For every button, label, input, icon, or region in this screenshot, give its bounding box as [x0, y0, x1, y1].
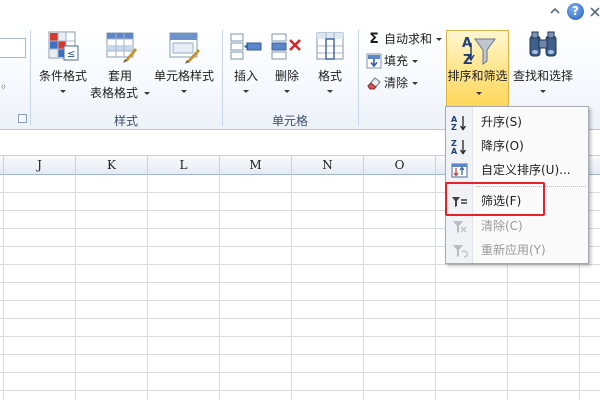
conditional-format-label: 条件格式 [38, 69, 87, 83]
svg-text:A: A [451, 147, 458, 155]
chevron-down-icon [60, 90, 66, 93]
conditional-format-icon: ≤ [48, 31, 79, 61]
insert-cells-label: 插入 [233, 69, 258, 83]
table-format-label-1: 套用 [107, 69, 132, 83]
font-size-box[interactable] [0, 38, 26, 58]
table-format-button[interactable]: 套用 表格格式 [90, 30, 150, 110]
group-separator [358, 30, 359, 126]
dialog-launcher-icon[interactable] [18, 114, 27, 123]
styles-group-label: 样式 [113, 114, 138, 128]
help-icon[interactable]: ? [567, 3, 584, 20]
chevron-down-icon [284, 90, 290, 93]
delete-cells-icon [271, 33, 301, 60]
column-header-k[interactable]: K [76, 156, 148, 175]
reapply-label: 重新应用(Y) [481, 243, 546, 257]
chevron-down-icon [476, 92, 482, 95]
sort-ascending-icon: A Z [451, 115, 467, 131]
sort-descending-icon: Z A [451, 139, 467, 155]
cell-styles-button[interactable]: 单元格样式 [150, 30, 218, 110]
column-header-m[interactable]: M [220, 156, 292, 175]
chevron-down-icon [436, 38, 442, 41]
sort-filter-label: 排序和筛选 [447, 69, 508, 83]
table-format-icon [106, 32, 137, 63]
sigma-icon: Σ [369, 31, 379, 47]
chevron-down-icon [412, 82, 418, 85]
clear-label: 清除 [384, 76, 409, 90]
insert-cells-button[interactable]: 插入 [226, 30, 266, 110]
format-cells-button[interactable]: 格式 [308, 30, 352, 110]
title-bar: ? [0, 0, 600, 26]
clear-filter-icon [453, 221, 467, 233]
binoculars-icon [529, 31, 557, 57]
column-header-l[interactable]: L [148, 156, 220, 175]
custom-sort-icon [451, 163, 468, 178]
autosum-button[interactable]: Σ 自动求和 [363, 29, 445, 49]
chevron-down-icon [181, 90, 187, 93]
fill-down-icon [366, 53, 382, 69]
menu-item-custom-sort[interactable]: 自定义排序(U)... [446, 158, 588, 182]
menu-item-clear-filter: 清除(C) [446, 214, 588, 238]
cells-group-label: 单元格 [271, 114, 308, 128]
chevron-down-icon [540, 90, 546, 93]
sort-ascending-label: 升序(S) [481, 115, 522, 129]
svg-text:Z: Z [451, 123, 457, 131]
reapply-filter-icon [453, 245, 468, 258]
sort-filter-icon: A Z [462, 36, 496, 67]
autosum-label: 自动求和 [384, 32, 433, 46]
conditional-format-button[interactable]: ≤ 条件格式 [34, 30, 92, 110]
delete-cells-button[interactable]: 删除 [266, 30, 308, 110]
column-header-o[interactable]: O [364, 156, 436, 175]
sort-descending-label: 降序(O) [481, 139, 524, 153]
insert-cells-icon [230, 33, 262, 60]
cell-styles-label: 单元格样式 [153, 69, 214, 83]
format-cells-icon [316, 32, 344, 60]
clear-filter-label: 清除(C) [481, 219, 523, 233]
chevron-down-icon [243, 90, 249, 93]
partial-label: ◦ [0, 80, 8, 94]
format-cells-label: 格式 [317, 69, 342, 83]
excel-window: ? ◦ ≤ 条件格式 套用 表格格式 单元格样式 样式 插入 删除 格式 单元格… [0, 0, 600, 400]
custom-sort-label: 自定义排序(U)... [481, 163, 571, 177]
chevron-down-icon [327, 90, 333, 93]
svg-text:≤: ≤ [67, 49, 75, 60]
menu-item-sort-ascending[interactable]: A Z 升序(S) [446, 110, 588, 134]
find-select-button[interactable]: 查找和选择 [510, 30, 576, 110]
column-header-j[interactable]: J [4, 156, 76, 175]
close-icon[interactable] [588, 3, 600, 20]
fill-button[interactable]: 填充 [363, 51, 445, 71]
find-select-label: 查找和选择 [512, 69, 573, 83]
chevron-down-icon [412, 60, 418, 63]
eraser-icon [367, 77, 381, 90]
clear-button[interactable]: 清除 [363, 73, 445, 93]
chevron-up-icon[interactable] [549, 5, 561, 17]
delete-cells-label: 删除 [274, 69, 299, 83]
filter-highlight-box [445, 182, 545, 216]
sort-filter-button[interactable]: A Z 排序和筛选 [446, 30, 509, 106]
menu-item-sort-descending[interactable]: Z A 降序(O) [446, 134, 588, 158]
fill-label: 填充 [384, 54, 409, 68]
menu-item-reapply: 重新应用(Y) [446, 238, 588, 262]
cell-styles-icon [169, 32, 200, 64]
column-header-n[interactable]: N [292, 156, 364, 175]
table-format-label-2: 表格格式 [89, 86, 138, 100]
